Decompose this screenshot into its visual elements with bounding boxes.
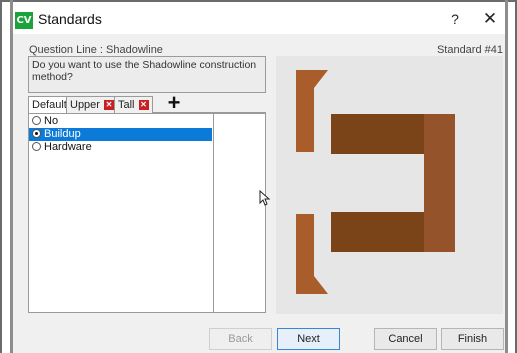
radio-icon — [32, 142, 41, 151]
back-panel — [424, 114, 455, 252]
next-button[interactable]: Next — [277, 328, 340, 350]
window-border-left — [0, 0, 2, 353]
tab-label: Default — [32, 99, 67, 111]
mouse-pointer-icon — [259, 190, 271, 206]
question-line-label: Question Line : Shadowline — [29, 44, 163, 56]
plus-icon[interactable]: + — [164, 92, 184, 114]
standards-dialog: CV Standards ? ✕ Question Line : Shadowl… — [0, 0, 517, 353]
lower-rail-profile — [296, 214, 328, 294]
question-prompt: Do you want to use the Shadowline constr… — [28, 56, 266, 93]
upper-rail-profile — [296, 70, 328, 152]
tab-bar: Default Upper ✕ Tall ✕ + — [28, 92, 266, 114]
window-title: Standards — [38, 11, 102, 27]
option-hardware[interactable]: Hardware — [29, 141, 212, 154]
radio-checked-icon — [32, 129, 41, 138]
back-button[interactable]: Back — [209, 328, 272, 350]
option-no[interactable]: No — [29, 115, 212, 128]
cancel-button[interactable]: Cancel — [374, 328, 437, 350]
tab-default[interactable]: Default — [28, 96, 71, 114]
shadowline-diagram — [296, 70, 455, 294]
tab-label: Tall — [118, 99, 135, 111]
help-button[interactable]: ? — [445, 9, 465, 29]
standard-number: Standard #41 — [436, 44, 503, 56]
frame-right — [505, 0, 508, 353]
radio-icon — [32, 116, 41, 125]
tab-tall[interactable]: Tall ✕ — [114, 96, 153, 113]
option-buildup[interactable]: Buildup — [29, 128, 212, 141]
option-label: Hardware — [44, 141, 92, 153]
tab-close-icon[interactable]: ✕ — [103, 100, 114, 111]
frame-left — [10, 0, 13, 353]
tab-upper[interactable]: Upper ✕ — [66, 96, 118, 113]
tab-close-icon[interactable]: ✕ — [138, 100, 149, 111]
tab-label: Upper — [70, 99, 100, 111]
option-label: Buildup — [44, 128, 81, 140]
finish-button[interactable]: Finish — [441, 328, 504, 350]
list-divider — [213, 113, 214, 313]
close-button[interactable]: ✕ — [480, 9, 500, 29]
cv-logo-icon: CV — [15, 12, 33, 29]
option-label: No — [44, 115, 59, 127]
construction-preview — [276, 56, 503, 314]
